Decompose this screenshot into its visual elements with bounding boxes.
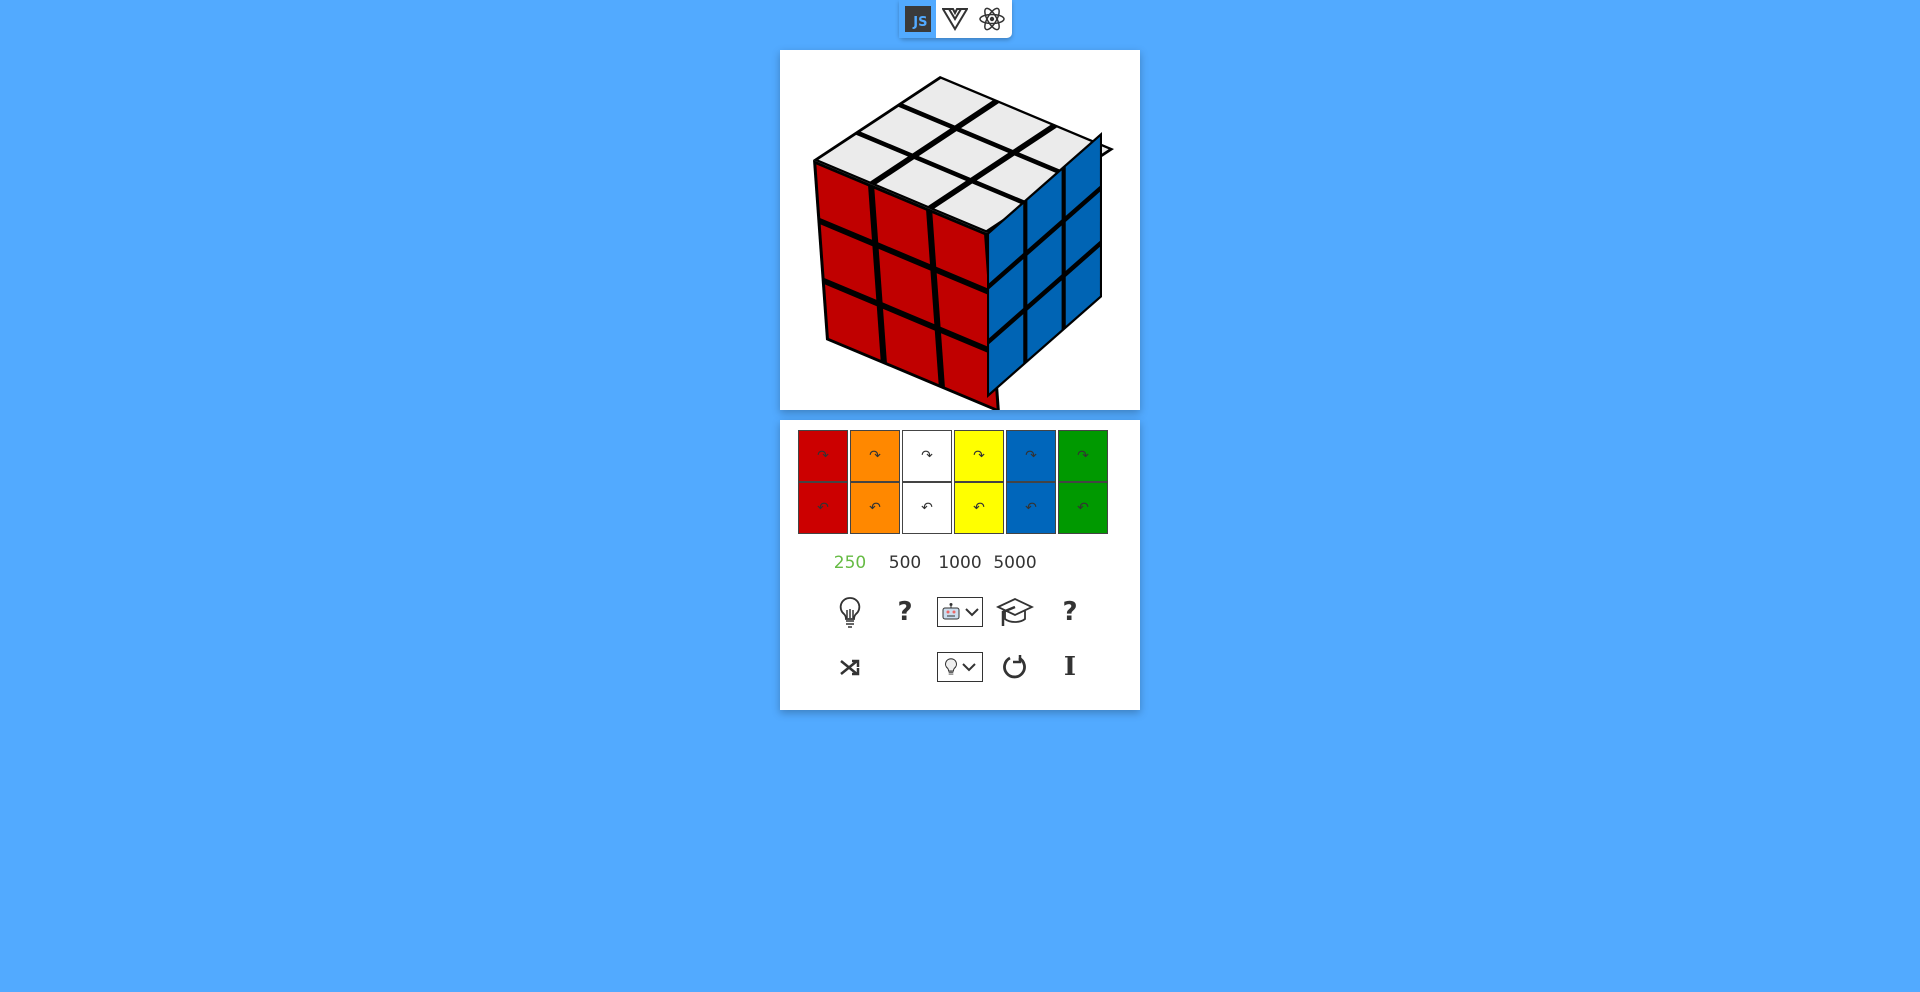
speed-option[interactable]: 250 <box>834 553 866 573</box>
rotate-cw-button-0[interactable]: ↷ <box>798 430 848 482</box>
rotate-cw-button-2[interactable]: ↷ <box>902 430 952 482</box>
js-icon: JS <box>904 6 931 32</box>
help-button[interactable]: ? <box>897 594 912 630</box>
rotate-ccw-button-0[interactable]: ↶ <box>798 482 848 534</box>
solver-select[interactable] <box>937 597 983 627</box>
rotate-cw-button-1[interactable]: ↷ <box>850 430 900 482</box>
rotate-ccw-button-3[interactable]: ↶ <box>954 482 1004 534</box>
toolbar-row-1: ? ? <box>780 594 1140 630</box>
chevron-down-icon <box>965 608 979 617</box>
lightbulb-icon <box>839 597 861 628</box>
vue-tab[interactable] <box>936 0 973 38</box>
rotation-buttons: ↷ ↶ ↷ ↶ ↷ ↶ ↷ ↶ ↷ ↶ ↷ ↶ <box>798 430 1110 534</box>
rotate-ccw-button-4[interactable]: ↶ <box>1006 482 1056 534</box>
control-panel: ↷ ↶ ↷ ↶ ↷ ↶ ↷ ↶ ↷ ↶ ↷ ↶ 250 500 1000 5000 ? ? I <box>780 420 1140 710</box>
hint-button[interactable] <box>838 594 862 630</box>
robot-icon <box>942 603 960 620</box>
shuffle-icon <box>840 659 860 676</box>
rotate-cw-button-3[interactable]: ↷ <box>954 430 1004 482</box>
framework-switcher: JS <box>899 0 1012 38</box>
rotate-cw-button-5[interactable]: ↷ <box>1058 430 1108 482</box>
rotate-ccw-button-5[interactable]: ↶ <box>1058 482 1108 534</box>
react-tab[interactable] <box>973 0 1010 38</box>
js-tab[interactable]: JS <box>899 0 936 38</box>
vue-icon <box>941 8 968 31</box>
speed-option[interactable]: 5000 <box>993 553 1036 573</box>
shuffle-button[interactable] <box>839 649 861 685</box>
help-button-2[interactable]: ? <box>1062 594 1077 630</box>
speed-option[interactable]: 500 <box>889 553 921 573</box>
react-icon <box>978 7 1005 31</box>
lightbulb-icon <box>945 658 957 675</box>
tutorial-button[interactable] <box>996 594 1034 630</box>
graduation-cap-icon <box>996 598 1034 626</box>
cursor-tool-button[interactable]: I <box>1064 649 1076 685</box>
rotate-icon <box>1003 655 1026 679</box>
reset-button[interactable] <box>1002 649 1028 685</box>
toolbar-row-2: I <box>780 649 1140 685</box>
chevron-down-icon <box>962 663 976 672</box>
speed-option[interactable]: 1000 <box>938 553 981 573</box>
rotate-ccw-button-1[interactable]: ↶ <box>850 482 900 534</box>
cube-viewport[interactable] <box>780 50 1140 413</box>
rotate-cw-button-4[interactable]: ↷ <box>1006 430 1056 482</box>
hint-mode-select[interactable] <box>937 652 983 682</box>
rubiks-cube[interactable] <box>780 50 1140 413</box>
rotate-ccw-button-2[interactable]: ↶ <box>902 482 952 534</box>
